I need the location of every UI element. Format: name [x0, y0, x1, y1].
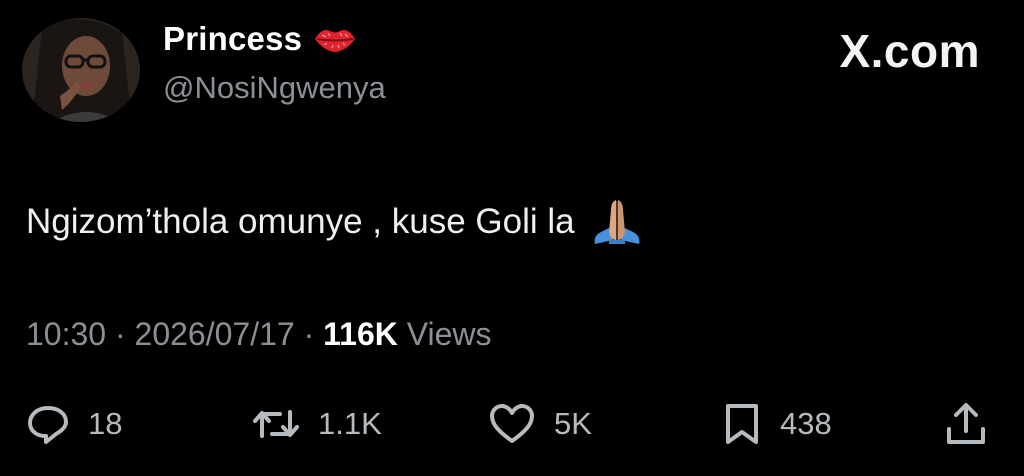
reply-button[interactable]: 18 — [26, 398, 122, 450]
tweet-meta: 10:30 · 2026/07/17 · 116K Views — [26, 316, 492, 353]
share-icon — [944, 401, 988, 447]
views-count: 116K — [323, 316, 398, 352]
tweet-date[interactable]: 2026/07/17 — [135, 316, 295, 352]
reply-count: 18 — [88, 406, 123, 441]
tweet-text: Ngizom’thola omunye , kuse Goli la — [26, 196, 645, 248]
bookmark-button[interactable]: 438 — [722, 398, 832, 450]
bookmark-count: 438 — [780, 406, 832, 441]
avatar[interactable] — [22, 18, 140, 122]
views-label: Views — [406, 316, 492, 352]
action-bar: 18 1.1K 5K 438 — [26, 398, 1006, 450]
repost-count: 1.1K — [318, 406, 382, 441]
x-logo: X.com — [839, 25, 980, 77]
meta-separator: · — [303, 316, 315, 352]
username-handle[interactable]: @NosiNgwenya — [163, 70, 386, 106]
avatar-photo — [22, 18, 140, 122]
display-name[interactable]: Princess — [163, 20, 302, 58]
meta-separator: · — [114, 316, 126, 352]
heart-icon — [488, 403, 536, 445]
kiss-lips-icon — [312, 23, 358, 55]
reply-icon — [26, 404, 70, 444]
author-name-row[interactable]: Princess — [163, 20, 358, 58]
folded-hands-icon — [589, 196, 645, 248]
repost-button[interactable]: 1.1K — [252, 398, 382, 450]
repost-icon — [252, 404, 300, 444]
bookmark-icon — [722, 402, 762, 446]
like-button[interactable]: 5K — [488, 398, 592, 450]
tweet-time[interactable]: 10:30 — [26, 316, 106, 352]
like-count: 5K — [554, 406, 592, 441]
share-button[interactable] — [944, 398, 988, 450]
tweet-body: Ngizom’thola omunye , kuse Goli la — [26, 202, 575, 241]
